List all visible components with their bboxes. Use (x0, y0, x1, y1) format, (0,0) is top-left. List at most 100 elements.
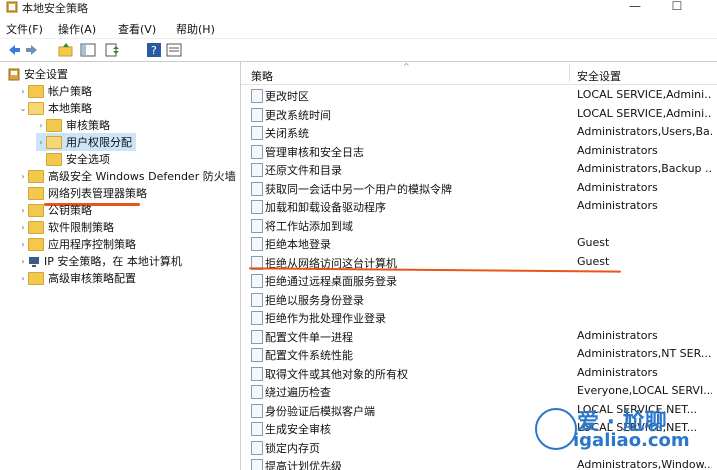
security-settings-icon (8, 68, 20, 80)
menu-file[interactable]: 文件(F) (6, 21, 43, 37)
menu-bar: 文件(F) 操作(A) 查看(V) 帮助(H) (0, 18, 717, 39)
tree-item-network-list[interactable]: 网络列表管理器策略 (28, 184, 147, 202)
table-row[interactable]: 获取同一会话中另一个用户的模拟令牌 Administrators (241, 179, 717, 198)
table-row[interactable]: 拒绝本地登录 Guest (241, 234, 717, 253)
tree-label: 审核策略 (66, 119, 110, 132)
policy-icon (251, 422, 263, 436)
tree-item-app-control[interactable]: › 应用程序控制策略 (18, 235, 136, 253)
svg-text:?: ? (151, 44, 157, 57)
tree-item-local-policies[interactable]: ⌄ 本地策略 (18, 99, 92, 117)
policy-setting: LOCAL SERVICE,Admini... (577, 106, 712, 120)
table-row[interactable]: 将工作站添加到域 (241, 216, 717, 235)
table-row[interactable]: 拒绝以服务身份登录 (241, 290, 717, 309)
table-row[interactable]: 加载和卸载设备驱动程序 Administrators (241, 197, 717, 216)
policy-setting: Administrators (577, 199, 658, 212)
table-row[interactable]: 取得文件或其他对象的所有权 Administrators (241, 364, 717, 383)
table-row[interactable]: 配置文件单一进程 Administrators (241, 327, 717, 346)
tree-item-user-rights[interactable]: › 用户权限分配 (36, 133, 136, 151)
policy-name: 更改系统时间 (265, 108, 331, 122)
menu-view[interactable]: 查看(V) (118, 21, 156, 37)
security-policy-icon (6, 1, 18, 13)
back-icon[interactable] (6, 42, 22, 58)
tree-item-advanced-audit[interactable]: › 高级审核策略配置 (18, 269, 136, 287)
show-tree-icon[interactable] (80, 42, 96, 58)
expand-arrow-icon[interactable]: › (18, 240, 28, 249)
expand-arrow-icon[interactable]: › (18, 274, 28, 283)
minimize-button[interactable]: — (620, 0, 650, 17)
table-row[interactable]: 配置文件系统性能 Administrators,NT SER... (241, 345, 717, 364)
policy-setting: Administrators (577, 180, 658, 194)
policy-icon (251, 237, 263, 251)
tree-label: IP 安全策略，在 本地计算机 (44, 255, 182, 268)
menu-action[interactable]: 操作(A) (58, 21, 96, 37)
policy-name: 还原文件和目录 (265, 164, 342, 177)
expand-arrow-icon[interactable]: › (36, 138, 46, 147)
tree-item-defender-firewall[interactable]: › 高级安全 Windows Defender 防火墙 (18, 167, 236, 185)
export-list-icon[interactable] (104, 42, 120, 58)
table-row[interactable]: 绕过遍历检查 Everyone,LOCAL SERVI... (241, 382, 717, 401)
expand-arrow-icon[interactable]: › (18, 172, 28, 181)
watermark-logo: 爱 · 尬聊 igaliao.com (533, 404, 703, 454)
policy-icon (251, 403, 263, 418)
policy-icon (251, 348, 263, 362)
policy-name: 取得文件或其他对象的所有权 (265, 367, 408, 381)
title-bar: 本地安全策略 — ☐ (0, 0, 717, 18)
tree-item-software-restriction[interactable]: › 软件限制策略 (18, 218, 114, 236)
tree-item-account-policies[interactable]: › 帐户策略 (18, 82, 92, 100)
policy-setting: Administrators (577, 143, 658, 157)
toolbar: ? (0, 39, 717, 62)
table-row[interactable]: 关闭系统 Administrators,Users,Ba... (241, 123, 717, 142)
tree-item-audit-policy[interactable]: › 审核策略 (36, 116, 110, 134)
policy-name: 身份验证后模拟客户端 (265, 404, 375, 418)
policy-name: 锁定内存页 (265, 441, 320, 455)
table-row[interactable]: 提高计划优先级 Administrators,Window... (241, 456, 717, 470)
up-folder-icon[interactable] (58, 42, 74, 58)
column-header-setting[interactable]: 安全设置 (577, 68, 621, 84)
folder-icon (28, 84, 44, 98)
expand-arrow-icon[interactable]: › (18, 223, 28, 232)
help-icon[interactable]: ? (146, 42, 162, 58)
expand-arrow-icon[interactable]: › (18, 87, 28, 96)
policy-icon (251, 366, 263, 381)
policy-name: 拒绝通过远程桌面服务登录 (265, 275, 397, 288)
column-divider[interactable] (569, 64, 570, 82)
policy-icon (251, 163, 263, 177)
policy-icon (251, 126, 263, 140)
table-row[interactable]: 更改系统时间 LOCAL SERVICE,Admini... (241, 105, 717, 124)
tree-item-public-key[interactable]: › 公钥策略 (18, 201, 92, 219)
policy-name: 管理审核和安全日志 (265, 145, 364, 159)
column-header-policy[interactable]: 策略 (251, 68, 273, 84)
expand-arrow-icon[interactable]: › (18, 257, 28, 266)
tree-label: 安全选项 (66, 153, 110, 166)
menu-help[interactable]: 帮助(H) (176, 21, 215, 37)
properties-icon[interactable] (166, 42, 182, 58)
policy-icon (251, 107, 263, 122)
collapse-arrow-icon[interactable]: ⌄ (18, 104, 28, 113)
folder-icon (28, 186, 44, 200)
policy-name: 加载和卸载设备驱动程序 (265, 201, 386, 214)
table-row[interactable]: 管理审核和安全日志 Administrators (241, 142, 717, 161)
folder-open-icon (46, 135, 62, 149)
policy-icon (251, 218, 263, 233)
policy-icon (251, 385, 263, 399)
maximize-button[interactable]: ☐ (662, 0, 692, 17)
tree-item-root[interactable]: 安全设置 (8, 65, 68, 83)
table-row[interactable]: 拒绝通过远程桌面服务登录 (241, 271, 717, 290)
policy-setting: Guest (577, 236, 610, 249)
tree-item-security-options[interactable]: 安全选项 (46, 150, 110, 168)
watermark-circle-icon (535, 408, 577, 450)
tree-item-ipsec[interactable]: › IP 安全策略，在 本地计算机 (18, 252, 182, 270)
watermark-bottom-text: igaliao.com (573, 430, 690, 451)
forward-icon[interactable] (24, 42, 40, 58)
list-header: ^ 策略 安全设置 (241, 62, 717, 85)
table-row[interactable]: 更改时区 LOCAL SERVICE,Admini... (241, 86, 717, 105)
window-title: 本地安全策略 (22, 2, 88, 15)
expand-arrow-icon[interactable]: › (36, 121, 46, 130)
table-row[interactable]: 拒绝作为批处理作业登录 (241, 308, 717, 327)
policy-icon (251, 274, 263, 288)
tree-label: 软件限制策略 (48, 221, 114, 234)
folder-icon (28, 169, 44, 183)
expand-arrow-icon[interactable]: › (18, 206, 28, 215)
ipsec-computer-icon (29, 256, 39, 267)
table-row[interactable]: 还原文件和目录 Administrators,Backup ... (241, 160, 717, 179)
